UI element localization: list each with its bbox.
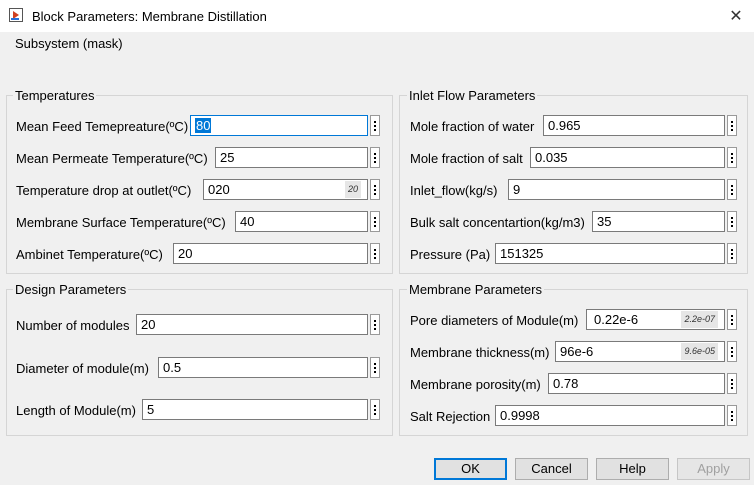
thickness-label: Membrane thickness(m) bbox=[410, 345, 550, 360]
porosity-input[interactable]: 0.78 bbox=[548, 373, 725, 394]
subsystem-label: Subsystem (mask) bbox=[15, 36, 123, 51]
inlet-flow-title: Inlet Flow Parameters bbox=[407, 88, 538, 103]
mole-salt-menu-icon[interactable] bbox=[727, 147, 737, 168]
membrane-surface-label: Membrane Surface Temperature(ºC) bbox=[16, 215, 226, 230]
modules-menu-icon[interactable] bbox=[370, 314, 380, 335]
ambient-menu-icon[interactable] bbox=[370, 243, 380, 264]
help-button[interactable]: Help bbox=[596, 458, 669, 480]
pore-evaluated-hint: 2.2e-07 bbox=[681, 311, 718, 328]
temperatures-title: Temperatures bbox=[13, 88, 97, 103]
salt-rejection-input[interactable]: 0.9998 bbox=[495, 405, 725, 426]
mole-water-menu-icon[interactable] bbox=[727, 115, 737, 136]
temp-drop-evaluated-hint: 20 bbox=[344, 181, 361, 198]
bulk-salt-label: Bulk salt concentartion(kg/m3) bbox=[410, 215, 585, 230]
porosity-menu-icon[interactable] bbox=[727, 373, 737, 394]
temp-drop-input[interactable]: 020 20 bbox=[203, 179, 368, 200]
simulink-block-icon bbox=[9, 8, 23, 22]
pore-menu-icon[interactable] bbox=[727, 309, 737, 330]
mole-salt-input[interactable]: 0.035 bbox=[530, 147, 725, 168]
diameter-label: Diameter of module(m) bbox=[16, 361, 149, 376]
inlet-flow-menu-icon[interactable] bbox=[727, 179, 737, 200]
pore-value: 0.22e-6 bbox=[594, 312, 639, 327]
membrane-surface-menu-icon[interactable] bbox=[370, 211, 380, 232]
apply-button[interactable]: Apply bbox=[677, 458, 750, 480]
mole-salt-label: Mole fraction of salt bbox=[410, 151, 523, 166]
thickness-input[interactable]: 96e-6 9.6e-05 bbox=[555, 341, 725, 362]
mole-water-label: Mole fraction of water bbox=[410, 119, 535, 134]
window-title: Block Parameters: Membrane Distillation bbox=[32, 9, 267, 24]
pressure-input[interactable]: 151325 bbox=[495, 243, 725, 264]
pore-label: Pore diameters of Module(m) bbox=[410, 313, 579, 328]
mean-permeate-menu-icon[interactable] bbox=[370, 147, 380, 168]
mean-feed-input[interactable]: 80 bbox=[190, 115, 368, 136]
thickness-value: 96e-6 bbox=[560, 344, 594, 359]
mean-permeate-label: Mean Permeate Temperature(ºC) bbox=[16, 151, 208, 166]
inlet-flow-input[interactable]: 9 bbox=[508, 179, 725, 200]
porosity-label: Membrane porosity(m) bbox=[410, 377, 541, 392]
mean-feed-menu-icon[interactable] bbox=[370, 115, 380, 136]
modules-input[interactable]: 20 bbox=[136, 314, 368, 335]
bulk-salt-input[interactable]: 35 bbox=[592, 211, 725, 232]
modules-label: Number of modules bbox=[16, 318, 130, 333]
ambient-label: Ambinet Temperature(ºC) bbox=[16, 247, 163, 262]
membrane-parameters-title: Membrane Parameters bbox=[407, 282, 544, 297]
salt-rejection-label: Salt Rejection bbox=[410, 409, 491, 424]
thickness-evaluated-hint: 9.6e-05 bbox=[681, 343, 718, 360]
temp-drop-menu-icon[interactable] bbox=[370, 179, 380, 200]
length-label: Length of Module(m) bbox=[16, 403, 136, 418]
pressure-label: Pressure (Pa) bbox=[410, 247, 491, 262]
bulk-salt-menu-icon[interactable] bbox=[727, 211, 737, 232]
mean-feed-label: Mean Feed Temepreature(ºC) bbox=[16, 119, 189, 134]
inlet-flow-label: Inlet_flow(kg/s) bbox=[410, 183, 498, 198]
diameter-input[interactable]: 0.5 bbox=[158, 357, 368, 378]
pressure-menu-icon[interactable] bbox=[727, 243, 737, 264]
temp-drop-label: Temperature drop at outlet(ºC) bbox=[16, 183, 192, 198]
mean-permeate-input[interactable]: 25 bbox=[215, 147, 368, 168]
length-input[interactable]: 5 bbox=[142, 399, 368, 420]
design-parameters-title: Design Parameters bbox=[13, 282, 129, 297]
ok-button[interactable]: OK bbox=[434, 458, 507, 480]
length-menu-icon[interactable] bbox=[370, 399, 380, 420]
cancel-button[interactable]: Cancel bbox=[515, 458, 588, 480]
membrane-surface-input[interactable]: 40 bbox=[235, 211, 368, 232]
close-icon[interactable]: ✕ bbox=[724, 4, 748, 28]
diameter-menu-icon[interactable] bbox=[370, 357, 380, 378]
salt-rejection-menu-icon[interactable] bbox=[727, 405, 737, 426]
title-bar: Block Parameters: Membrane Distillation … bbox=[0, 0, 754, 32]
pore-input[interactable]: 0.22e-6 2.2e-07 bbox=[586, 309, 725, 330]
temp-drop-value: 020 bbox=[208, 182, 230, 197]
mole-water-input[interactable]: 0.965 bbox=[543, 115, 725, 136]
ambient-input[interactable]: 20 bbox=[173, 243, 368, 264]
thickness-menu-icon[interactable] bbox=[727, 341, 737, 362]
mean-feed-value: 80 bbox=[195, 118, 212, 133]
